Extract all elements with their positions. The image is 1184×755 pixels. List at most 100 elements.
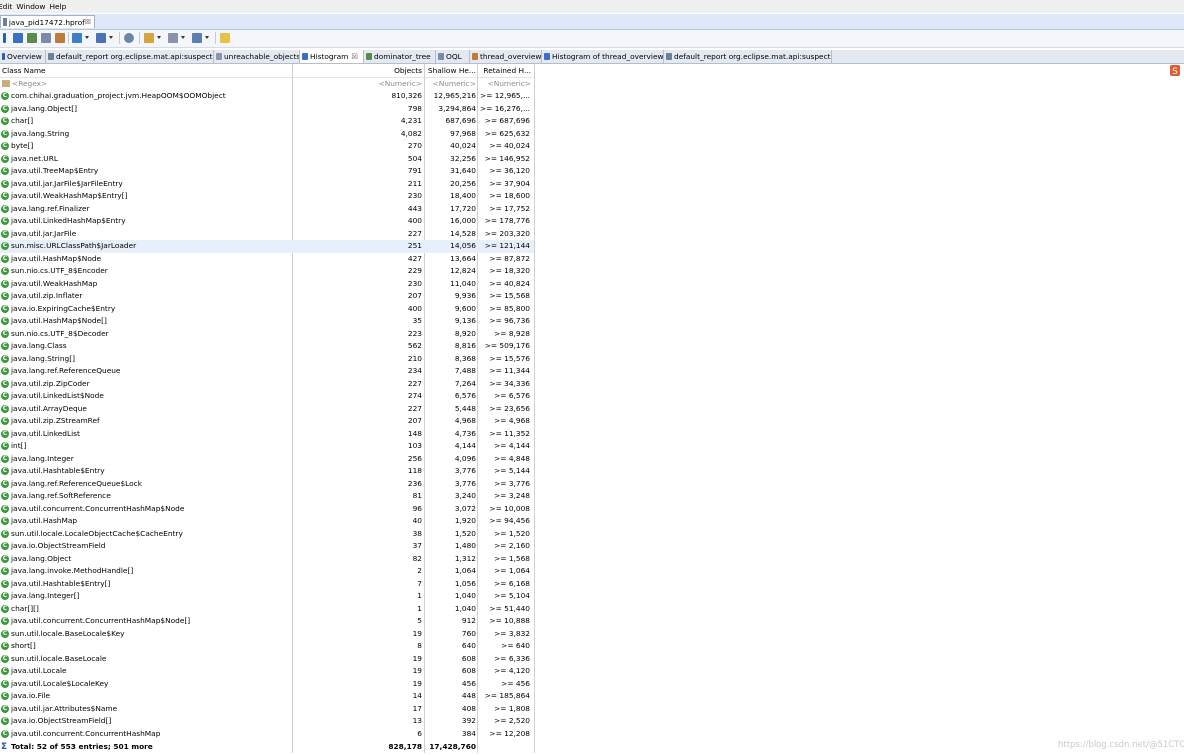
query-browser-icon[interactable] bbox=[96, 33, 106, 43]
table-row[interactable]: Cjava.lang.Integer 256 4,096 >= 4,848 bbox=[0, 453, 534, 466]
table-row[interactable]: Cjava.util.HashMap$Node 427 13,664 >= 87,87… bbox=[0, 253, 534, 266]
table-row[interactable]: Cjava.util.jar.JarFile 227 14,528 >= 203,32… bbox=[0, 228, 534, 241]
tab-histogram-of-thread-overview[interactable]: Histogram of thread_overview bbox=[542, 50, 664, 63]
column-header-retained-heap[interactable]: Retained H... bbox=[478, 64, 534, 77]
table-row[interactable]: Cjava.util.Locale$LocaleKey 19 456 >= 456 bbox=[0, 678, 534, 691]
table-row[interactable]: Cjava.net.URL 504 32,256 >= 146,952 bbox=[0, 153, 534, 166]
thread-overview-icon[interactable] bbox=[55, 33, 65, 43]
table-row[interactable]: Cjava.util.concurrent.ConcurrentHashMap$… bbox=[0, 615, 534, 628]
table-row[interactable]: Cjava.lang.Object 82 1,312 >= 1,568 bbox=[0, 553, 534, 566]
tab-default-report-suspects-2[interactable]: default_report org.eclipse.mat.api:suspe… bbox=[664, 50, 832, 63]
table-row[interactable]: Cjava.util.jar.Attributes$Name 17 408 >= 1,… bbox=[0, 703, 534, 716]
column-header-shallow-heap[interactable]: Shallow He... bbox=[424, 64, 477, 77]
column-divider[interactable] bbox=[534, 64, 535, 753]
tab-default-report-suspects[interactable]: default_report org.eclipse.mat.api:suspe… bbox=[46, 50, 214, 63]
view-menu-icon[interactable]: S bbox=[1168, 63, 1184, 83]
table-row[interactable]: Cjava.util.Hashtable$Entry 118 3,776 >= 5,1… bbox=[0, 465, 534, 478]
menu-help[interactable]: Help bbox=[49, 0, 70, 13]
table-row[interactable]: Cchar[][] 1 1,040 >= 51,440 bbox=[0, 603, 534, 616]
close-icon[interactable]: ☒ bbox=[85, 18, 91, 26]
table-row[interactable]: Cjava.lang.invoke.MethodHandle[] 2 1,064 >=… bbox=[0, 565, 534, 578]
regex-filter[interactable]: <Regex> bbox=[2, 78, 292, 90]
table-row[interactable]: Cjava.lang.ref.ReferenceQueue 234 7,488 >= … bbox=[0, 365, 534, 378]
chevron-down-icon[interactable] bbox=[85, 33, 90, 43]
table-row[interactable]: Cjava.lang.String[] 210 8,368 >= 15,576 bbox=[0, 353, 534, 366]
shallow-heap-cell: 1,920 bbox=[454, 516, 476, 525]
table-row[interactable]: Cjava.lang.Class 562 8,816 >= 509,176 bbox=[0, 340, 534, 353]
chevron-down-icon[interactable] bbox=[181, 33, 186, 43]
table-row[interactable]: Cjava.util.WeakHashMap$Entry[] 230 18,400 >… bbox=[0, 190, 534, 203]
table-row[interactable]: Cjava.util.concurrent.ConcurrentHashMap$… bbox=[0, 503, 534, 516]
chevron-down-icon[interactable] bbox=[205, 33, 210, 43]
table-row[interactable]: Cjava.lang.String 4,082 97,968 >= 625,632 bbox=[0, 128, 534, 141]
table-row[interactable]: Cjava.lang.Integer[] 1 1,040 >= 5,104 bbox=[0, 590, 534, 603]
chevron-down-icon[interactable] bbox=[157, 33, 162, 43]
table-row[interactable]: Cjava.util.zip.Inflater 207 9,936 >= 15,568 bbox=[0, 290, 534, 303]
table-row[interactable]: Cjava.util.LinkedList 148 4,736 >= 11,352 bbox=[0, 428, 534, 441]
table-row[interactable]: Cjava.lang.ref.SoftReference 81 3,240 >= 3,… bbox=[0, 490, 534, 503]
table-row[interactable]: Ccom.chihai.graduation_project.jvm.HeapO… bbox=[0, 90, 534, 103]
table-row[interactable]: Cjava.io.ObjectStreamField[] 13 392 >= 2,52… bbox=[0, 715, 534, 728]
table-row[interactable]: Csun.nio.cs.UTF_8$Encoder 229 12,824 >= 18,… bbox=[0, 265, 534, 278]
dominator-tree-icon[interactable] bbox=[27, 33, 37, 43]
oql-icon[interactable] bbox=[41, 33, 51, 43]
tab-dominator-tree[interactable]: dominator_tree bbox=[364, 50, 436, 63]
table-row[interactable]: Cjava.util.LinkedList$Node 274 6,576 >= 6,5… bbox=[0, 390, 534, 403]
tab-label: default_report org.eclipse.mat.api:suspe… bbox=[56, 52, 214, 61]
table-row[interactable]: Cjava.lang.ref.ReferenceQueue$Lock 236 3,7… bbox=[0, 478, 534, 491]
table-row[interactable]: Cjava.util.HashMap$Node[] 35 9,136 >= 96,73… bbox=[0, 315, 534, 328]
column-header-objects[interactable]: Objects bbox=[292, 64, 424, 77]
table-row[interactable]: Cjava.util.Locale 19 608 >= 4,120 bbox=[0, 665, 534, 678]
table-row[interactable]: Cchar[] 4,231 687,696 >= 687,696 bbox=[0, 115, 534, 128]
table-row[interactable]: Cjava.io.ExpiringCache$Entry 400 9,600 >= 8… bbox=[0, 303, 534, 316]
table-row[interactable]: Cjava.util.jar.JarFile$JarFileEntry 211 20… bbox=[0, 178, 534, 191]
table-row[interactable]: Cjava.util.Hashtable$Entry[] 7 1,056 >= 6,1… bbox=[0, 578, 534, 591]
table-row[interactable]: Csun.misc.URLClassPath$JarLoader 251 14,05… bbox=[0, 240, 534, 253]
tab-thread-overview[interactable]: thread_overview bbox=[470, 50, 542, 63]
shallow-heap-filter[interactable]: <Numeric> bbox=[424, 78, 477, 90]
table-row[interactable]: Cjava.util.concurrent.ConcurrentHashMap 6… bbox=[0, 728, 534, 741]
shallow-heap-cell: 912 bbox=[461, 616, 476, 625]
table-row[interactable]: Cjava.util.ArrayDeque 227 5,448 >= 23,656 bbox=[0, 403, 534, 416]
menu-edit[interactable]: Edit bbox=[0, 0, 16, 13]
table-row[interactable]: Csun.util.locale.BaseLocale 19 608 >= 6,336 bbox=[0, 653, 534, 666]
objects-filter[interactable]: <Numeric> bbox=[292, 78, 424, 90]
table-row[interactable]: Cbyte[] 270 40,024 >= 40,024 bbox=[0, 140, 534, 153]
table-row[interactable]: Cjava.util.WeakHashMap 230 11,040 >= 40,824 bbox=[0, 278, 534, 291]
histogram-icon[interactable] bbox=[13, 33, 23, 43]
table-row[interactable]: Csun.util.locale.LocaleObjectCache$Cache… bbox=[0, 528, 534, 541]
pin-icon[interactable] bbox=[220, 33, 230, 43]
tab-oql[interactable]: OQL bbox=[436, 50, 470, 63]
close-icon[interactable]: ☒ bbox=[351, 52, 358, 61]
editor-tab-hprof[interactable]: java_pid17472.hprof ☒ bbox=[0, 15, 95, 28]
objects-cell: 504 bbox=[407, 153, 422, 163]
tab-histogram[interactable]: Histogram ☒ bbox=[300, 50, 364, 63]
menu-window[interactable]: Window bbox=[16, 0, 49, 13]
export-icon[interactable] bbox=[192, 33, 202, 43]
calculate-retained-icon[interactable] bbox=[168, 33, 178, 43]
table-row[interactable]: Csun.util.locale.BaseLocale$Key 19 760 >= 3… bbox=[0, 628, 534, 641]
table-row[interactable]: Cjava.util.TreeMap$Entry 791 31,640 >= 36,1… bbox=[0, 165, 534, 178]
run-report-icon[interactable] bbox=[72, 33, 82, 43]
table-row[interactable]: Cjava.io.File 14 448 >= 185,864 bbox=[0, 690, 534, 703]
retained-heap-cell: >= 687,696 bbox=[484, 116, 530, 125]
table-row[interactable]: Cjava.util.HashMap 40 1,920 >= 94,456 bbox=[0, 515, 534, 528]
column-header-class-name[interactable]: Class Name bbox=[2, 64, 292, 77]
table-row[interactable]: Cjava.io.ObjectStreamField 37 1,480 >= 2,16… bbox=[0, 540, 534, 553]
table-row[interactable]: Cjava.util.LinkedHashMap$Entry 400 16,000 >… bbox=[0, 215, 534, 228]
table-row[interactable]: Cjava.util.zip.ZipCoder 227 7,264 >= 34,336 bbox=[0, 378, 534, 391]
table-row[interactable]: Cint[] 103 4,144 >= 4,144 bbox=[0, 440, 534, 453]
group-by-icon[interactable] bbox=[144, 33, 154, 43]
tab-unreachable-objects[interactable]: unreachable_objects bbox=[214, 50, 300, 63]
table-row[interactable]: Cjava.util.zip.ZStreamRef 207 4,968 >= 4,96… bbox=[0, 415, 534, 428]
table-row[interactable]: Cshort[] 8 640 >= 640 bbox=[0, 640, 534, 653]
table-row[interactable]: Cjava.lang.ref.Finalizer 443 17,720 >= 17,7… bbox=[0, 203, 534, 216]
tab-overview[interactable]: Overview bbox=[0, 50, 46, 63]
table-row[interactable]: Csun.nio.cs.UTF_8$Decoder 223 8,920 >= 8,92… bbox=[0, 328, 534, 341]
shallow-heap-cell: 3,776 bbox=[454, 478, 476, 488]
info-icon[interactable] bbox=[3, 33, 6, 43]
search-icon[interactable] bbox=[124, 33, 134, 43]
chevron-down-icon[interactable] bbox=[109, 33, 114, 43]
table-row[interactable]: Cjava.lang.Object[] 798 3,294,864 >= 16,276… bbox=[0, 103, 534, 116]
retained-heap-filter[interactable]: <Numeric> bbox=[478, 78, 534, 90]
